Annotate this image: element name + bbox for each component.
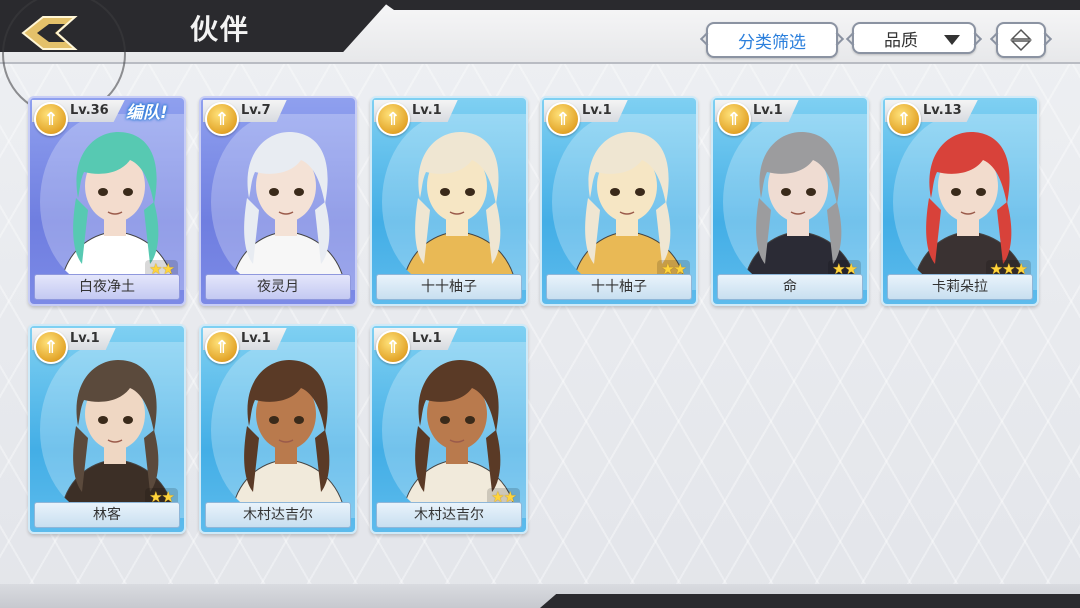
partner-name: 林客 (34, 502, 180, 528)
class-emblem-icon: ⇑ (376, 330, 410, 364)
partner-name: 命 (717, 274, 863, 300)
partner-portrait (382, 114, 526, 290)
partner-card[interactable]: ⇑ Lv.1 木村达吉尔 (199, 324, 357, 534)
header-accent-line (380, 0, 1080, 10)
chevron-down-icon (944, 35, 960, 45)
partner-name: 卡莉朵拉 (887, 274, 1033, 300)
partner-card[interactable]: ⇑ Lv.1 ★★ 木村达吉尔 (370, 324, 528, 534)
top-bar: 伙伴 分类筛选 品质 (0, 0, 1080, 116)
partner-name: 十十柚子 (546, 274, 692, 300)
partner-name: 白夜净土 (34, 274, 180, 300)
partner-name: 十十柚子 (376, 274, 522, 300)
quality-sort-select[interactable]: 品质 (852, 22, 976, 54)
class-emblem-icon: ⇑ (205, 330, 239, 364)
class-emblem-icon: ⇑ (546, 102, 580, 136)
partner-portrait (211, 342, 355, 518)
quality-select-label: 品质 (884, 30, 918, 51)
partner-card[interactable]: ⇑ Lv.13 ★★★ 卡莉朵拉 (881, 96, 1039, 306)
bottom-accent (540, 594, 1080, 608)
partner-name: 夜灵月 (205, 274, 351, 300)
class-emblem-icon: ⇑ (34, 330, 68, 364)
partner-name: 木村达吉尔 (376, 502, 522, 528)
sort-order-button[interactable] (996, 22, 1046, 58)
sort-arrows-icon (1010, 28, 1032, 52)
back-button[interactable] (2, 0, 126, 116)
partner-card[interactable]: ⇑ Lv.1 ★★ 林客 (28, 324, 186, 534)
class-emblem-icon: ⇑ (717, 102, 751, 136)
partner-card[interactable]: ⇑ Lv.1 ★★ 命 (711, 96, 869, 306)
partner-card[interactable]: ⇑ Lv.1 十十柚子 (370, 96, 528, 306)
in-team-tag: 编队! (126, 103, 168, 123)
class-emblem-icon: ⇑ (205, 102, 239, 136)
class-emblem-icon: ⇑ (887, 102, 921, 136)
class-emblem-icon: ⇑ (34, 102, 68, 136)
class-emblem-icon: ⇑ (376, 102, 410, 136)
partner-name: 木村达吉尔 (205, 502, 351, 528)
partner-card[interactable]: ⇑ Lv.1 ★★ 十十柚子 (540, 96, 698, 306)
partner-card[interactable]: ⇑ Lv.36 编队! ★★ 白夜净土 (28, 96, 186, 306)
filter-button[interactable]: 分类筛选 (706, 22, 838, 58)
partner-card[interactable]: ⇑ Lv.7 夜灵月 (199, 96, 357, 306)
page-title: 伙伴 (190, 13, 251, 46)
partner-portrait (211, 114, 355, 290)
